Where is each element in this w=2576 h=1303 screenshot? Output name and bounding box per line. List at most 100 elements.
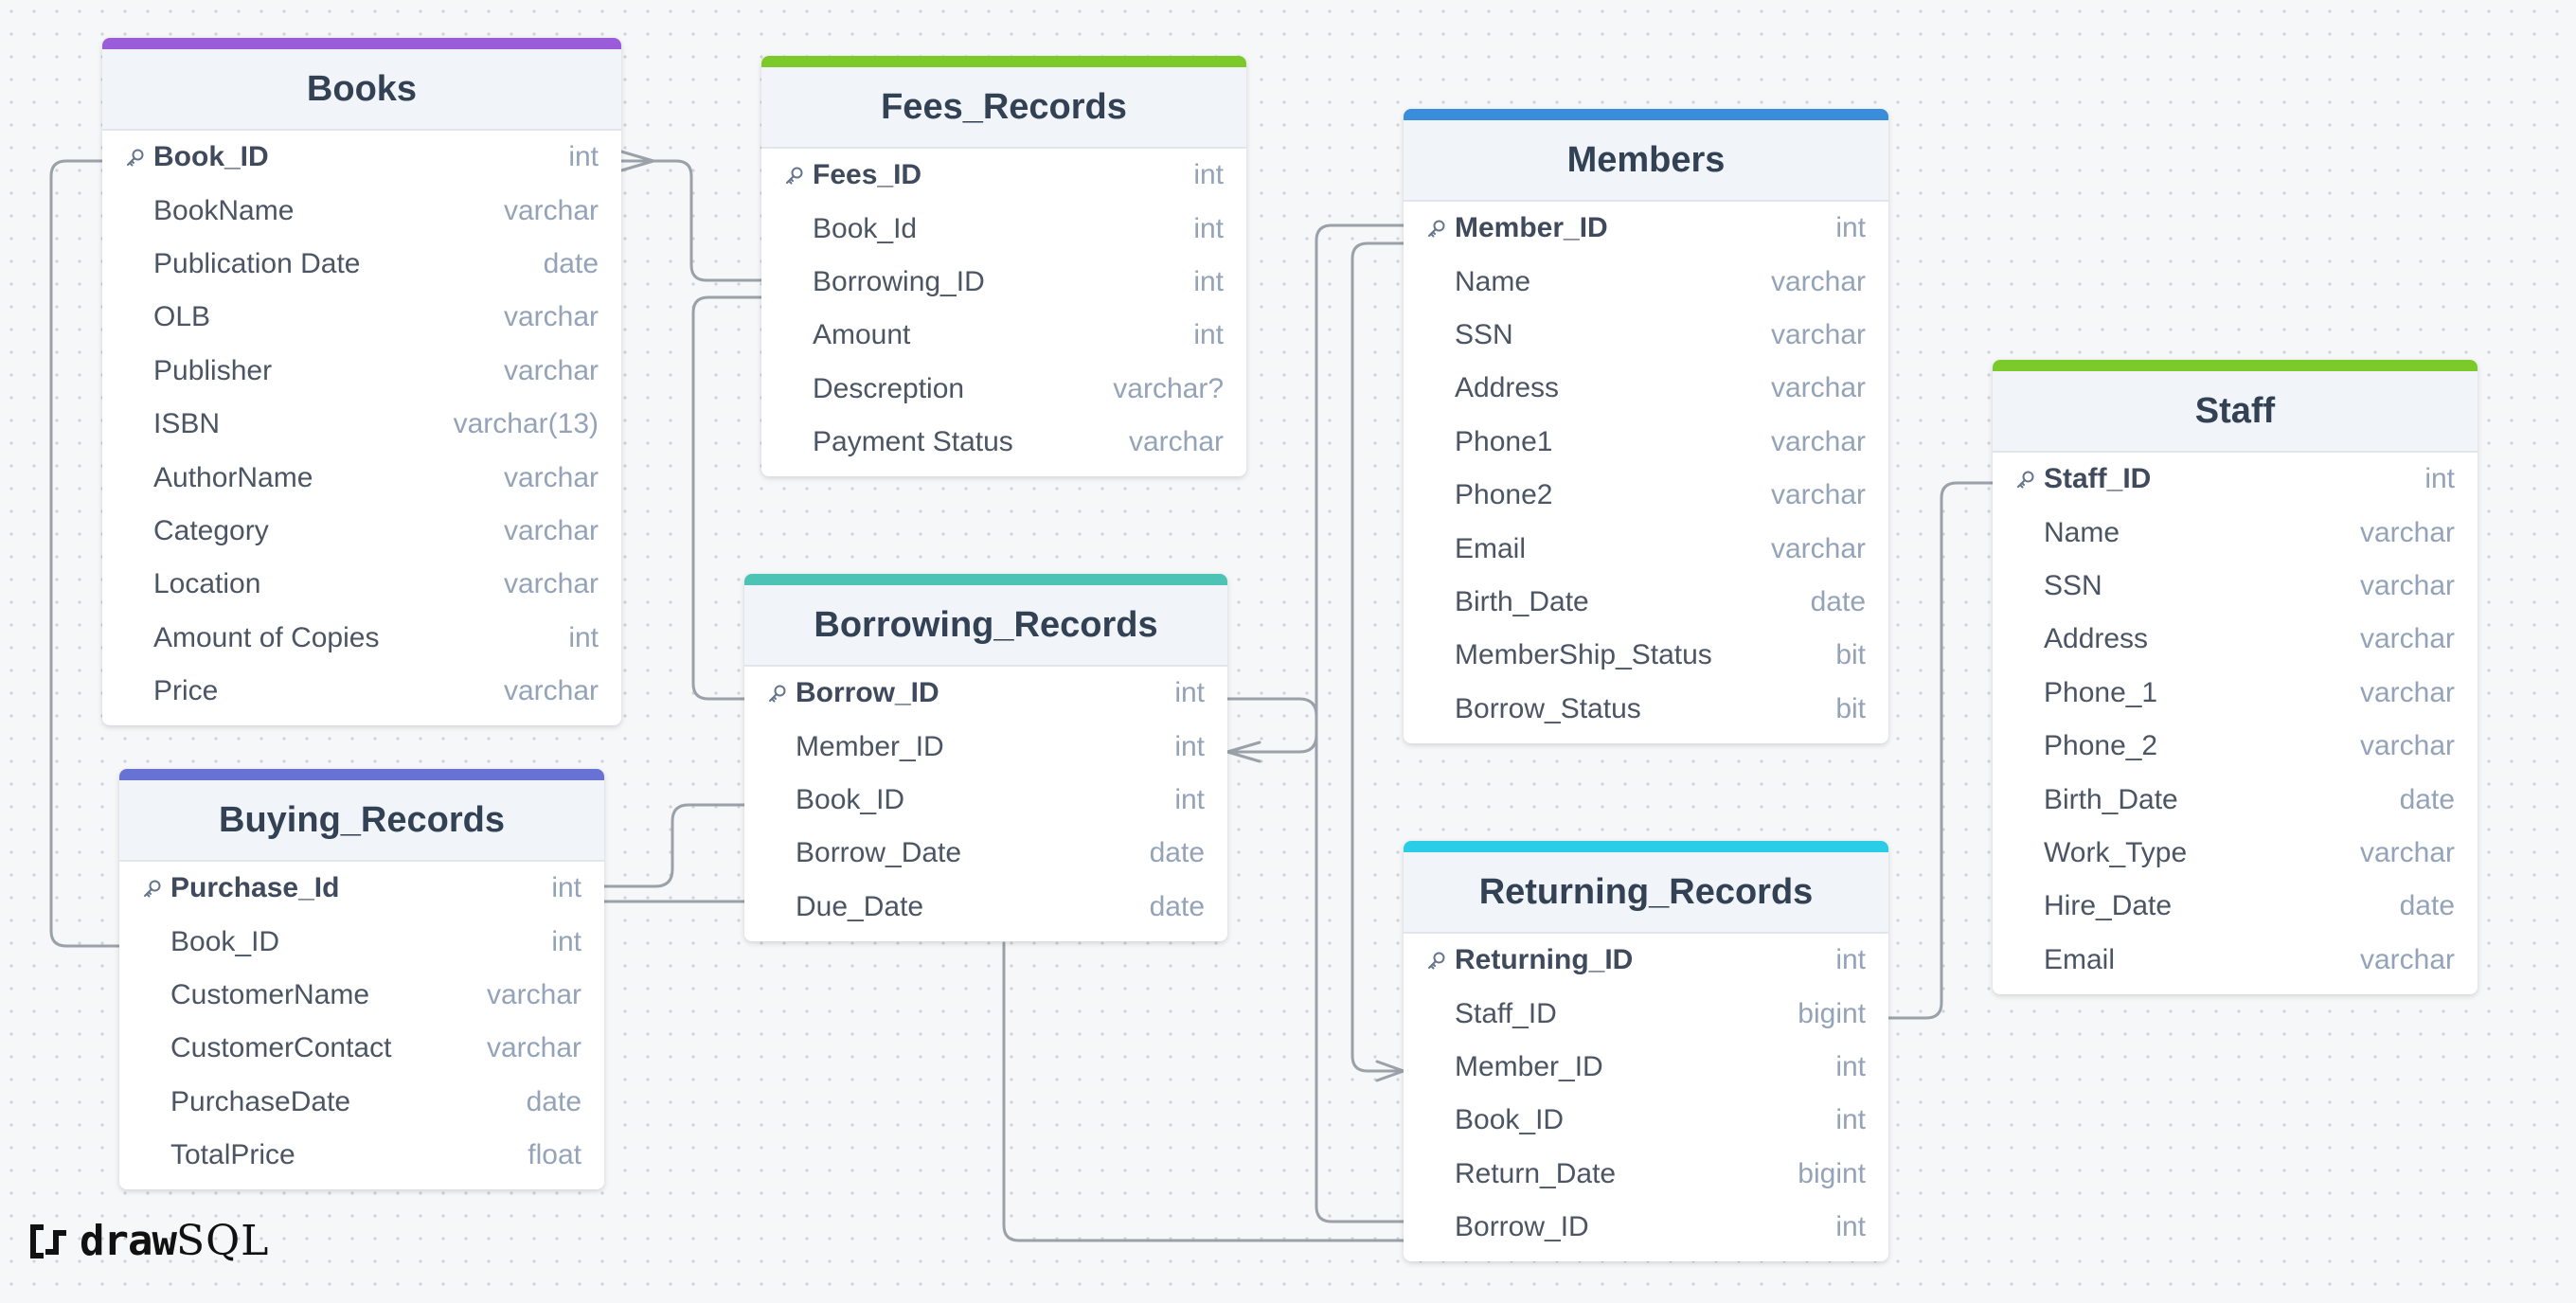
column-list: Staff_ID int Name varchar SSN varchar Address v…	[1993, 453, 2478, 994]
table-row[interactable]: MemberShip_Status bit	[1404, 629, 1888, 682]
table-row[interactable]: Descreption varchar?	[761, 363, 1246, 416]
drawsql-logo[interactable]: draw SQL	[28, 1217, 269, 1265]
relation-members-loop[interactable]	[1315, 223, 1405, 737]
relation-members-returning-borrow[interactable]	[1315, 733, 1405, 1223]
column-type: date	[1149, 837, 1205, 869]
table-row[interactable]: Phone1 varchar	[1404, 416, 1888, 469]
table-row[interactable]: Due_Date date	[744, 881, 1227, 934]
relation-staff-returning[interactable]	[1887, 481, 1995, 1020]
column-name: Phone_1	[2044, 676, 2158, 708]
column-cell: Member_ID	[767, 731, 944, 763]
table-members[interactable]: Members Member_ID int Name varchar SSN varcha…	[1404, 109, 1888, 743]
table-row[interactable]: BookName varchar	[102, 184, 621, 237]
column-list: Purchase_Id int Book_ID int CustomerName varc…	[119, 862, 604, 1189]
table-staff[interactable]: Staff Staff_ID int Name varchar SSN varchar Ad…	[1993, 360, 2478, 994]
table-row[interactable]: Staff_ID bigint	[1404, 987, 1888, 1040]
column-cell: Phone2	[1426, 479, 1552, 511]
key-icon	[142, 878, 169, 899]
table-row[interactable]: Name varchar	[1404, 255, 1888, 308]
table-row[interactable]: Phone_1 varchar	[1993, 667, 2478, 720]
relation-buying-borrowing[interactable]	[602, 803, 746, 888]
table-row[interactable]: Birth_Date date	[1404, 576, 1888, 629]
table-title[interactable]: Borrowing_Records	[744, 585, 1227, 667]
table-row[interactable]: Birth_Date date	[1993, 773, 2478, 826]
column-name: Category	[153, 514, 269, 546]
column-type: bigint	[1798, 997, 1866, 1029]
table-row[interactable]: Borrow_Date date	[744, 827, 1227, 880]
table-title[interactable]: Fees_Records	[761, 67, 1246, 149]
table-borrowing-records[interactable]: Borrowing_Records Borrow_ID int Member_ID i…	[744, 574, 1227, 941]
table-title[interactable]: Staff	[1993, 371, 2478, 453]
table-accent-bar	[744, 574, 1227, 585]
table-books[interactable]: Books Book_ID int BookName varchar Publicati…	[102, 38, 621, 726]
table-row[interactable]: Book_ID int	[1404, 1094, 1888, 1147]
relation-borrowing-returning[interactable]	[1002, 941, 1405, 1242]
column-cell: ISBN	[125, 408, 220, 440]
table-row[interactable]: Book_ID int	[119, 915, 604, 968]
table-row[interactable]: PurchaseDate date	[119, 1076, 604, 1129]
table-row[interactable]: Book_Id int	[761, 202, 1246, 255]
table-row[interactable]: Hire_Date date	[1993, 880, 2478, 933]
column-list: Member_ID int Name varchar SSN varchar Address…	[1404, 202, 1888, 743]
table-row[interactable]: Price varchar	[102, 665, 621, 718]
table-row[interactable]: Staff_ID int	[1993, 453, 2478, 506]
table-buying-records[interactable]: Buying_Records Purchase_Id int Book_ID int C…	[119, 769, 604, 1190]
column-cell: OLB	[125, 301, 210, 333]
table-row[interactable]: Payment Status varchar	[761, 416, 1246, 469]
table-row[interactable]: SSN varchar	[1404, 309, 1888, 362]
relation-books-fees[interactable]	[619, 159, 763, 282]
column-type: varchar	[486, 1032, 581, 1064]
table-title[interactable]: Returning_Records	[1404, 852, 1888, 934]
table-row[interactable]: Publication Date date	[102, 238, 621, 291]
column-name: Payment Status	[813, 426, 1013, 458]
table-row[interactable]: Phone2 varchar	[1404, 469, 1888, 522]
table-fees-records[interactable]: Fees_Records Fees_ID int Book_Id int Borrowi…	[761, 56, 1246, 477]
table-row[interactable]: Borrow_ID int	[1404, 1201, 1888, 1254]
table-row[interactable]: Member_ID int	[1404, 1041, 1888, 1094]
relation-borrowing-members[interactable]	[1225, 697, 1318, 754]
column-cell: Book_ID	[125, 141, 269, 173]
table-row[interactable]: Borrow_ID int	[744, 667, 1227, 720]
column-type: int	[1835, 1211, 1866, 1243]
table-row[interactable]: Email varchar	[1404, 522, 1888, 575]
column-name: Staff_ID	[1455, 997, 1557, 1029]
column-type: varchar	[503, 568, 599, 600]
table-row[interactable]: Category varchar	[102, 505, 621, 558]
table-row[interactable]: Borrowing_ID int	[761, 256, 1246, 309]
column-type: varchar	[2359, 836, 2455, 868]
table-returning-records[interactable]: Returning_Records Returning_ID int Staff_I…	[1404, 841, 1888, 1262]
table-row[interactable]: SSN varchar	[1993, 560, 2478, 613]
table-row[interactable]: Return_Date bigint	[1404, 1148, 1888, 1201]
table-title[interactable]: Books	[102, 49, 621, 131]
table-row[interactable]: Fees_ID int	[761, 149, 1246, 202]
table-row[interactable]: Work_Type varchar	[1993, 827, 2478, 880]
table-row[interactable]: OLB varchar	[102, 291, 621, 344]
table-title[interactable]: Members	[1404, 120, 1888, 202]
table-row[interactable]: Borrow_Status bit	[1404, 683, 1888, 736]
table-row[interactable]: ISBN varchar(13)	[102, 398, 621, 451]
table-row[interactable]: Location varchar	[102, 558, 621, 611]
table-row[interactable]: Address varchar	[1404, 362, 1888, 415]
table-row[interactable]: Book_ID int	[744, 774, 1227, 827]
table-row[interactable]: CustomerContact varchar	[119, 1022, 604, 1075]
table-row[interactable]: Email varchar	[1993, 934, 2478, 987]
table-row[interactable]: Phone_2 varchar	[1993, 720, 2478, 773]
table-row[interactable]: Name varchar	[1993, 506, 2478, 559]
table-row[interactable]: AuthorName varchar	[102, 451, 621, 504]
relation-members-returning[interactable]	[1351, 241, 1405, 1073]
table-row[interactable]: Member_ID int	[744, 720, 1227, 773]
table-row[interactable]: Amount of Copies int	[102, 612, 621, 665]
table-row[interactable]: TotalPrice float	[119, 1129, 604, 1182]
table-row[interactable]: CustomerName varchar	[119, 969, 604, 1022]
table-row[interactable]: Address varchar	[1993, 613, 2478, 666]
table-row[interactable]: Book_ID int	[102, 131, 621, 184]
table-row[interactable]: Purchase_Id int	[119, 862, 604, 915]
table-title[interactable]: Buying_Records	[119, 780, 604, 862]
table-row[interactable]: Member_ID int	[1404, 202, 1888, 255]
column-cell: Category	[125, 515, 269, 547]
table-row[interactable]: Returning_ID int	[1404, 934, 1888, 987]
key-icon	[125, 147, 152, 168]
table-row[interactable]: Publisher varchar	[102, 345, 621, 398]
table-row[interactable]: Amount int	[761, 309, 1246, 362]
column-cell: Amount	[784, 319, 910, 351]
